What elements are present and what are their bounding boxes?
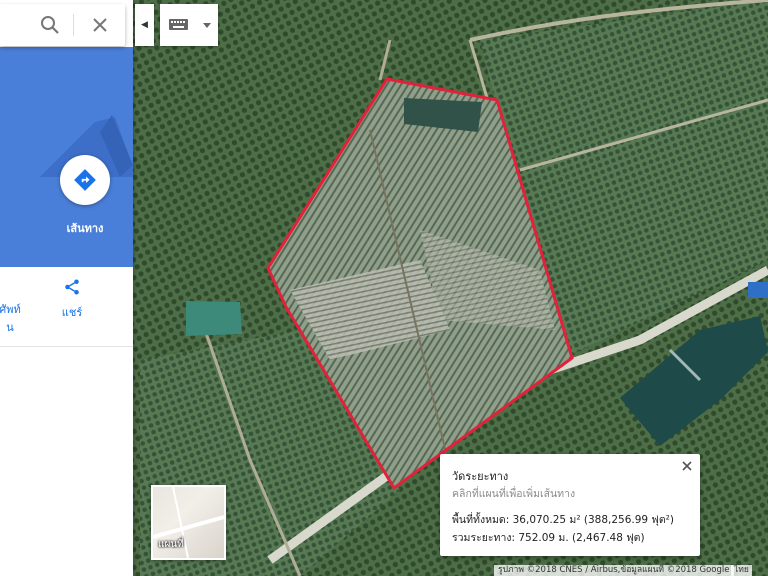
measure-distance-card: วัดระยะทาง คลิกที่แผนที่เพื่อเพิ่มเส้นทา… [440,454,700,556]
total-area-label: พื้นที่ทั้งหมด: [452,514,510,526]
map-layer-label: แผนที่ [158,539,184,550]
collapse-panel-button[interactable]: ◀ [135,4,154,46]
language-link[interactable]: ไทย [731,565,752,576]
close-icon [93,18,107,32]
clear-search-button[interactable] [88,13,112,37]
measure-hint: คลิกที่แผนที่เพื่อเพิ่มเส้นทาง [452,488,576,500]
directions-button[interactable] [60,155,110,205]
directions-label: เส้นทาง [66,222,104,235]
search-separator [73,14,74,36]
map-layer-switch[interactable]: แผนที่ [151,485,226,560]
map-attribution: รูปภาพ ©2018 CNES / Airbus,ข้อมูลแผนที่ … [494,565,734,576]
dictionary-label: ศัพท์ [0,303,21,316]
share-icon [65,279,79,295]
keyboard-icon [169,19,211,30]
search-box [0,4,125,46]
search-input[interactable] [0,4,30,46]
total-area-value: 36,070.25 ม² (388,256.99 ฟุต²) [512,514,674,526]
measure-title: วัดระยะทาง [452,470,509,483]
dictionary-action[interactable]: ศัพท์ น [0,278,30,336]
directions-icon [74,169,96,191]
search-button[interactable] [38,13,62,37]
total-distance-row: รวมระยะทาง: 752.09 ม. (2,467.48 ฟุต) [452,529,645,546]
total-distance-label: รวมระยะทาง: [452,532,516,544]
total-area-row: พื้นที่ทั้งหมด: 36,070.25 ม² (388,256.99… [452,511,674,528]
dictionary-label-line2: น [6,321,14,334]
total-distance-value: 752.09 ม. (2,467.48 ฟุต) [518,532,645,544]
panel-divider [0,346,133,347]
chevron-left-icon: ◀ [141,20,148,30]
close-icon [682,461,692,471]
measure-close-button[interactable] [678,457,696,475]
chevron-down-icon [203,23,211,28]
share-label: แชร์ [61,306,83,319]
side-panel: เส้นทาง ศัพท์ น แชร์ [0,0,133,576]
share-action[interactable]: แชร์ [52,278,92,321]
search-icon [41,16,59,34]
input-tools-button[interactable] [160,4,218,46]
